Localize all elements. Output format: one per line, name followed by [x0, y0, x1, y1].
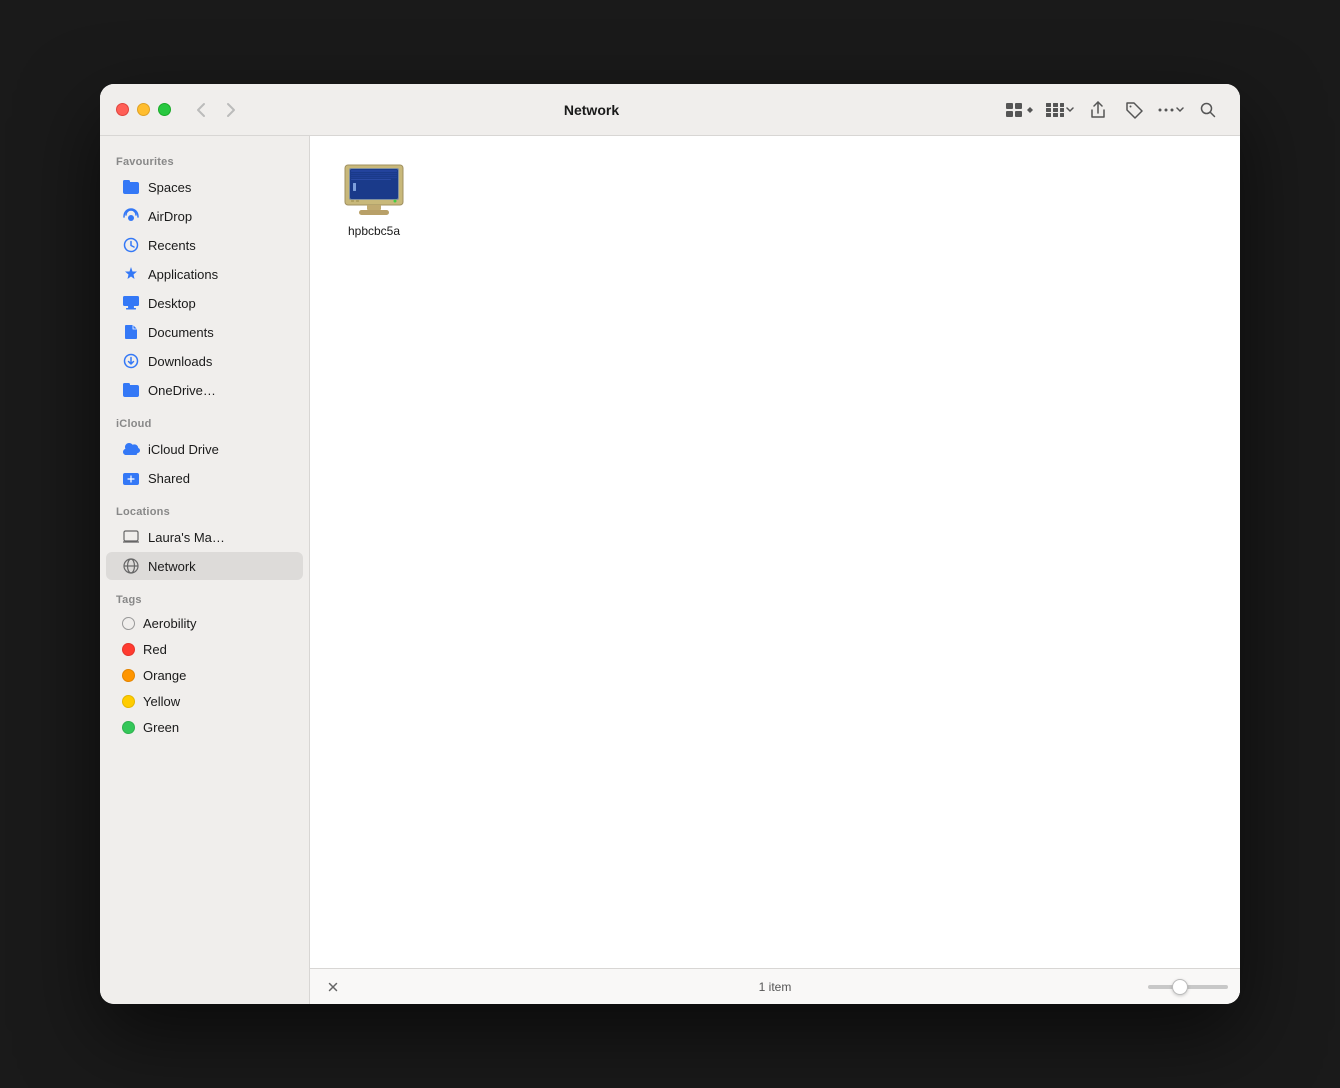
tag-yellow-label: Yellow: [143, 694, 180, 709]
recents-label: Recents: [148, 238, 196, 253]
documents-label: Documents: [148, 325, 214, 340]
computer-icon: [342, 162, 406, 218]
item-count: 1 item: [759, 980, 792, 994]
titlebar: Network: [100, 84, 1240, 136]
icloud-label: iCloud: [100, 410, 309, 434]
desktop-label: Desktop: [148, 296, 196, 311]
locations-label: Locations: [100, 498, 309, 522]
statusbar: 1 item: [310, 968, 1240, 1004]
tag-yellow-dot: [122, 695, 135, 708]
view-grid-button[interactable]: [1042, 96, 1078, 124]
favourites-label: Favourites: [100, 148, 309, 172]
tags-label: Tags: [100, 586, 309, 610]
tag-aerobility-dot: [122, 617, 135, 630]
more-button[interactable]: [1154, 96, 1188, 124]
zoom-slider[interactable]: [1148, 985, 1228, 989]
sidebar-item-spaces[interactable]: Spaces: [106, 173, 303, 201]
tag-green-label: Green: [143, 720, 179, 735]
sidebar-item-tag-green[interactable]: Green: [106, 715, 303, 740]
tag-aerobility-label: Aerobility: [143, 616, 196, 631]
slider-track[interactable]: [1148, 985, 1228, 989]
sidebar-item-airdrop[interactable]: AirDrop: [106, 202, 303, 230]
file-grid: hpbcbc5a: [334, 156, 1216, 246]
main-content: Favourites Spaces: [100, 136, 1240, 1004]
icloud-drive-icon: [122, 440, 140, 458]
tag-red-label: Red: [143, 642, 167, 657]
file-name-hpbcbc5a: hpbcbc5a: [348, 224, 400, 240]
traffic-lights: [116, 103, 171, 116]
sidebar-item-lauras-mac[interactable]: Laura's Ma…: [106, 523, 303, 551]
tag-orange-dot: [122, 669, 135, 682]
tag-red-dot: [122, 643, 135, 656]
onedrive-label: OneDrive…: [148, 383, 216, 398]
sidebar-item-desktop[interactable]: Desktop: [106, 289, 303, 317]
sidebar-item-tag-red[interactable]: Red: [106, 637, 303, 662]
sidebar-item-tag-yellow[interactable]: Yellow: [106, 689, 303, 714]
finder-window: Network: [100, 84, 1240, 1004]
network-icon: [122, 557, 140, 575]
toolbar-actions: [1002, 96, 1224, 124]
desktop-icon: [122, 294, 140, 312]
recents-icon: [122, 236, 140, 254]
tag-green-dot: [122, 721, 135, 734]
sidebar-item-downloads[interactable]: Downloads: [106, 347, 303, 375]
slider-thumb[interactable]: [1172, 979, 1188, 995]
sidebar-item-onedrive[interactable]: OneDrive…: [106, 376, 303, 404]
sidebar-item-tag-orange[interactable]: Orange: [106, 663, 303, 688]
spaces-icon: [122, 178, 140, 196]
search-button[interactable]: [1192, 96, 1224, 124]
shared-icon: [122, 469, 140, 487]
downloads-label: Downloads: [148, 354, 212, 369]
close-button[interactable]: [116, 103, 129, 116]
maximize-button[interactable]: [158, 103, 171, 116]
share-button[interactable]: [1082, 96, 1114, 124]
shared-label: Shared: [148, 471, 190, 486]
documents-icon: [122, 323, 140, 341]
sidebar: Favourites Spaces: [100, 136, 310, 1004]
network-label: Network: [148, 559, 196, 574]
file-content-area: hpbcbc5a: [310, 136, 1240, 968]
airdrop-label: AirDrop: [148, 209, 192, 224]
airdrop-icon: [122, 207, 140, 225]
sidebar-item-shared[interactable]: Shared: [106, 464, 303, 492]
minimize-button[interactable]: [137, 103, 150, 116]
sidebar-item-applications[interactable]: Applications: [106, 260, 303, 288]
tag-orange-label: Orange: [143, 668, 186, 683]
content-pane: hpbcbc5a 1 item: [310, 136, 1240, 1004]
onedrive-icon: [122, 381, 140, 399]
sidebar-item-recents[interactable]: Recents: [106, 231, 303, 259]
applications-label: Applications: [148, 267, 218, 282]
sidebar-item-icloud-drive[interactable]: iCloud Drive: [106, 435, 303, 463]
lauras-mac-label: Laura's Ma…: [148, 530, 225, 545]
spaces-label: Spaces: [148, 180, 191, 195]
applications-icon: [122, 265, 140, 283]
file-item-hpbcbc5a[interactable]: hpbcbc5a: [334, 156, 414, 246]
downloads-icon: [122, 352, 140, 370]
view-icon-button[interactable]: [1002, 96, 1038, 124]
statusbar-close-button[interactable]: [322, 976, 344, 998]
sidebar-item-network[interactable]: Network: [106, 552, 303, 580]
icloud-drive-label: iCloud Drive: [148, 442, 219, 457]
laptop-icon: [122, 528, 140, 546]
tag-button[interactable]: [1118, 96, 1150, 124]
sidebar-item-tag-aerobility[interactable]: Aerobility: [106, 611, 303, 636]
window-title: Network: [181, 102, 1002, 118]
sidebar-item-documents[interactable]: Documents: [106, 318, 303, 346]
